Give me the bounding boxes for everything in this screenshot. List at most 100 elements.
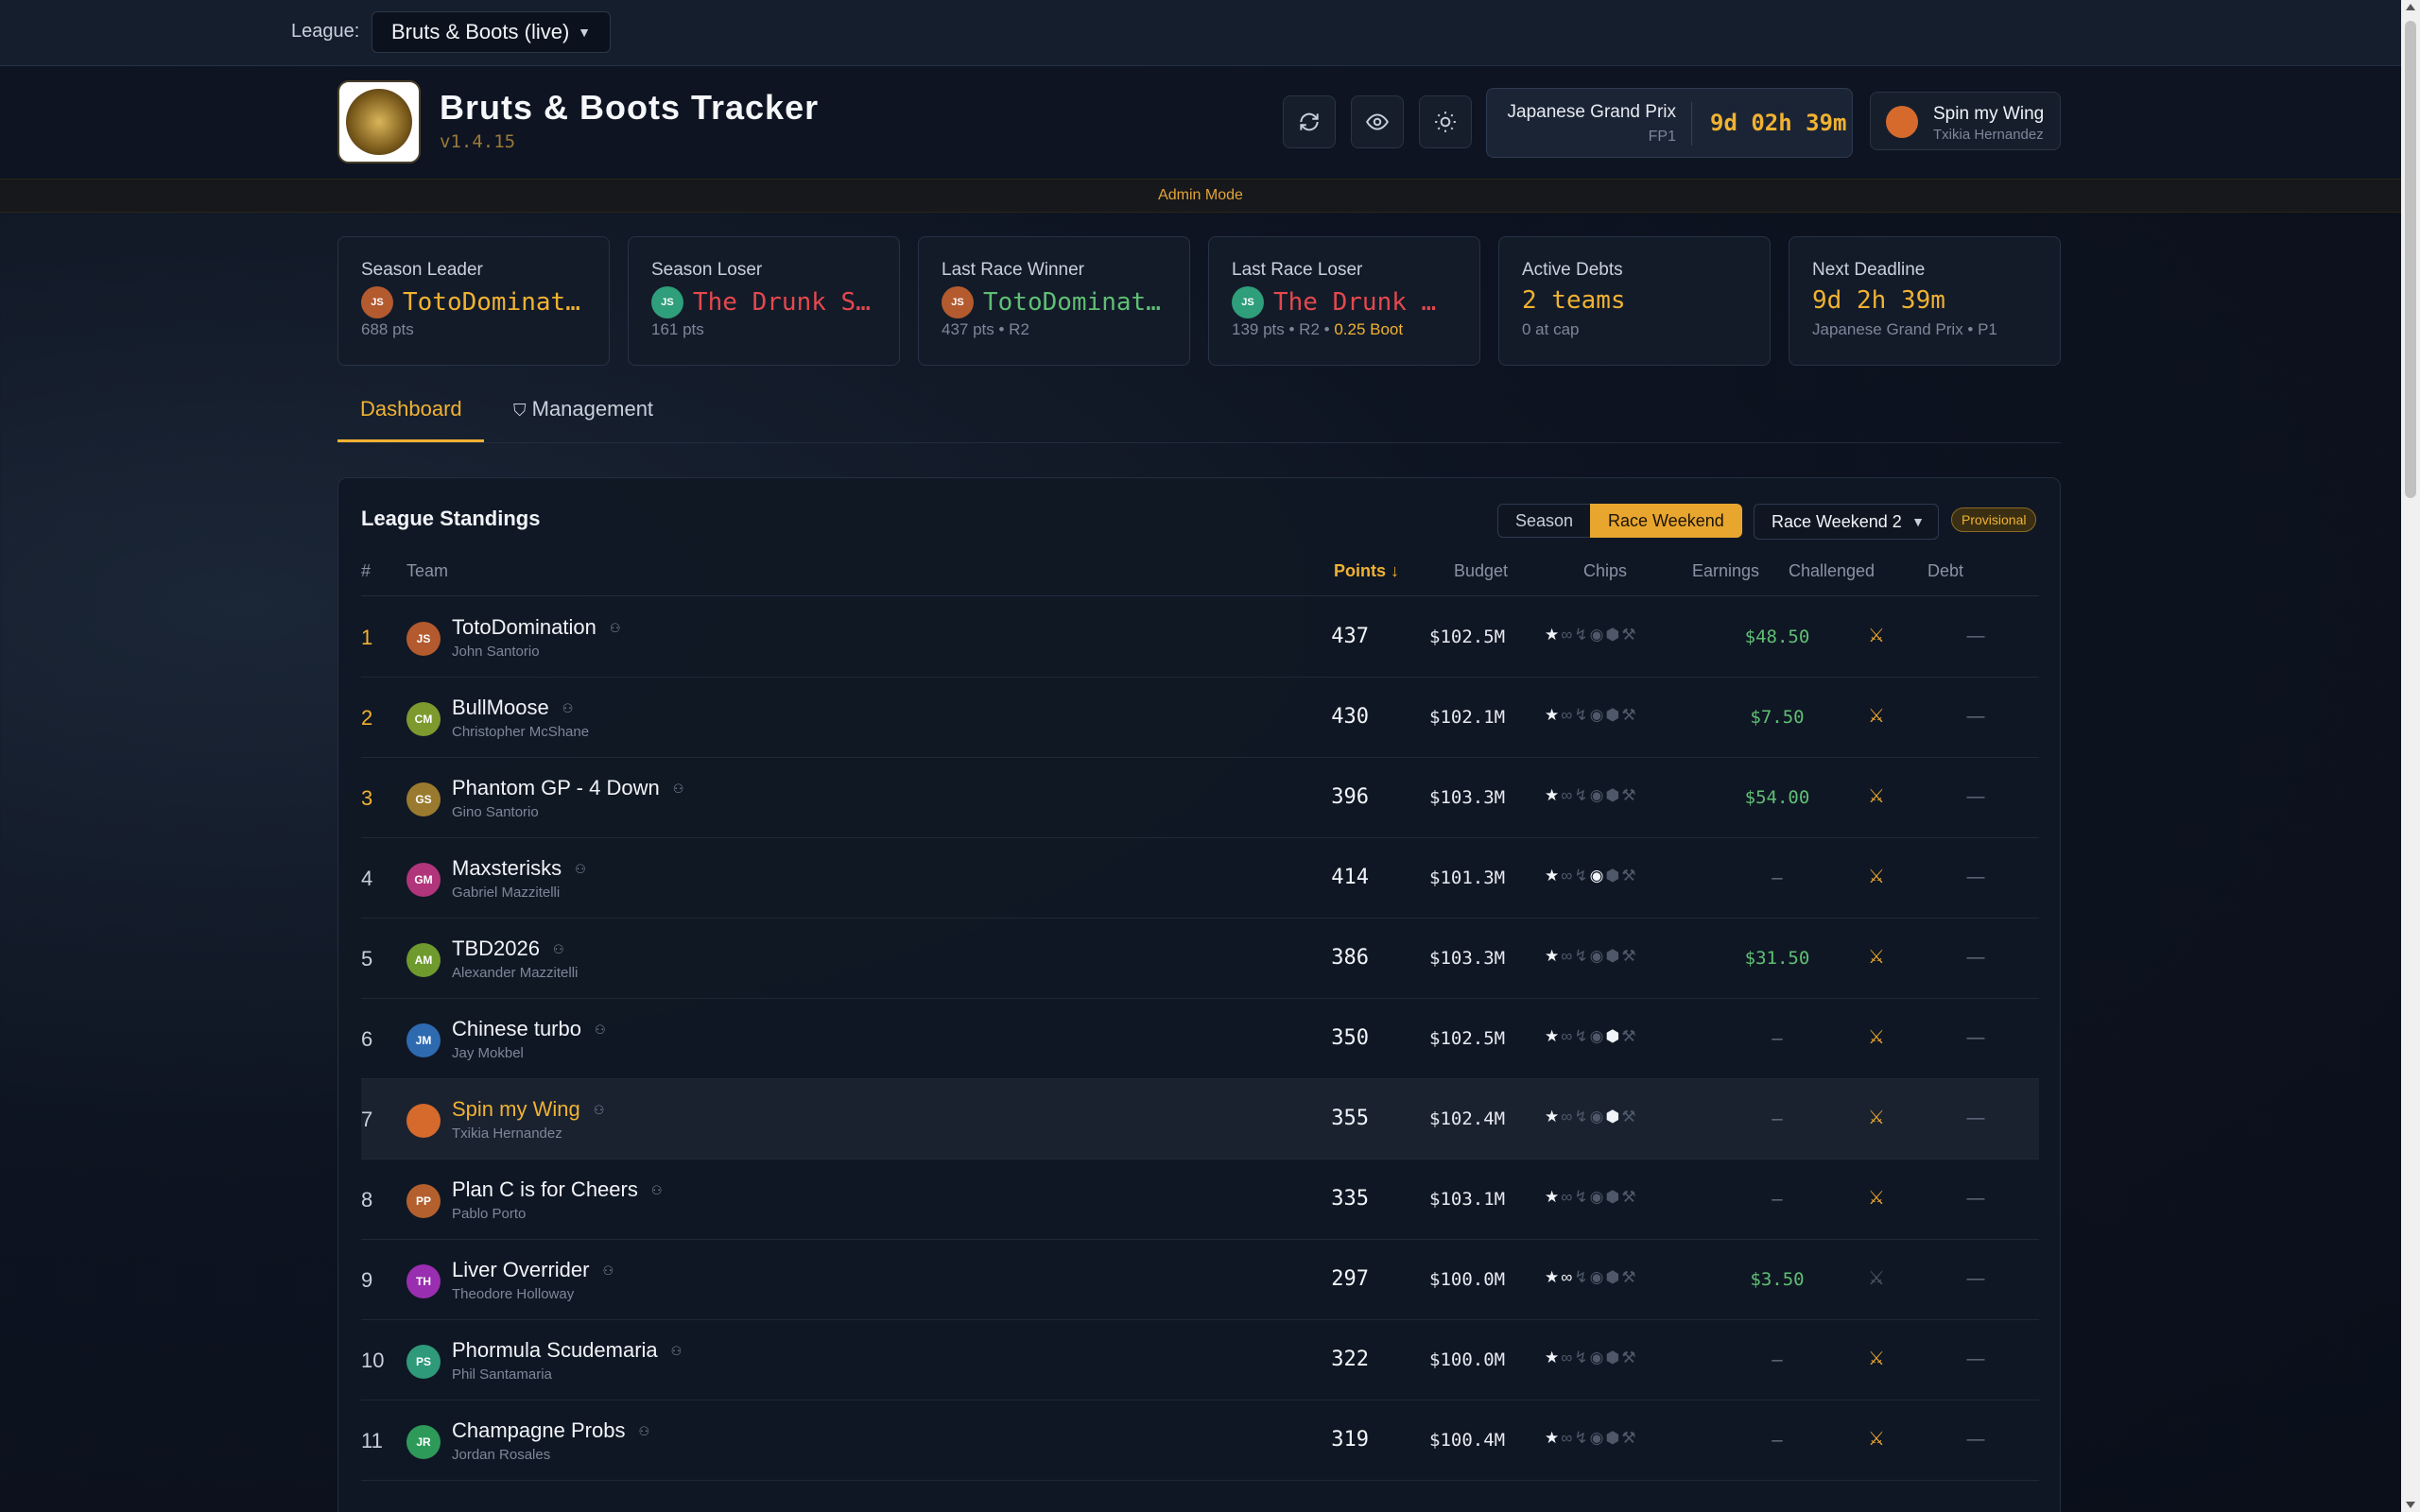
table-row[interactable]: 11 JR Champagne Probs ⚇ Jordan Rosales 319 $10…	[361, 1400, 2039, 1481]
rank: 5	[361, 947, 373, 971]
team-name[interactable]: Phantom GP - 4 Down ⚇	[452, 776, 683, 800]
table-row[interactable]: 9 TH Liver Overrider ⚇ Theodore Holloway 297 $…	[361, 1240, 2039, 1320]
budget: $103.1M	[1429, 1189, 1506, 1210]
challenge-swords-icon[interactable]: ⚔	[1824, 624, 1928, 647]
user-profile-button[interactable]: Spin my Wing Txikia Hernandez	[1870, 92, 2061, 150]
avatar: CM	[406, 702, 441, 736]
league-logo[interactable]	[337, 80, 421, 163]
col-points-sort[interactable]: Points ↓	[1334, 561, 1399, 581]
budget: $102.4M	[1429, 1108, 1506, 1129]
stat-value-text: The Drunk Sa…	[693, 288, 882, 317]
wrench-chip-icon: ⚒	[1621, 1188, 1638, 1206]
users-icon[interactable]: ⚇	[673, 782, 684, 796]
wrench-chip-icon: ⚒	[1621, 706, 1638, 724]
users-icon[interactable]: ⚇	[595, 1022, 606, 1037]
table-row[interactable]: 10 PS Phormula Scudemaria ⚇ Phil Santamaria 3…	[361, 1320, 2039, 1400]
col-earnings[interactable]: Earnings	[1692, 561, 1759, 581]
challenge-swords-icon[interactable]: ⚔	[1824, 1266, 1928, 1290]
tab-management[interactable]: ⛉ Management	[513, 397, 653, 421]
points: 414	[1331, 866, 1369, 889]
challenge-swords-icon[interactable]: ⚔	[1824, 865, 1928, 888]
rank: 10	[361, 1349, 385, 1372]
bolt-chip-icon: ↯	[1574, 1188, 1590, 1206]
scroll-thumb[interactable]	[2405, 21, 2416, 498]
page-scrollbar[interactable]	[2401, 0, 2420, 1512]
users-icon[interactable]: ⚇	[610, 621, 621, 635]
col-budget[interactable]: Budget	[1454, 561, 1508, 581]
team-name[interactable]: Liver Overrider ⚇	[452, 1258, 614, 1282]
team-name[interactable]: Spin my Wing ⚇	[452, 1097, 604, 1122]
debt: —	[1966, 787, 1985, 807]
target-chip-icon: ◉	[1589, 1027, 1606, 1045]
debt: —	[1966, 1269, 1985, 1289]
avatar: JS	[406, 622, 441, 656]
debt: —	[1966, 868, 1985, 887]
race-weekend-select[interactable]: Race Weekend 2 ▼	[1754, 504, 1939, 540]
table-row[interactable]: 1 JS TotoDomination ⚇ John Santorio 437 $102.5…	[361, 597, 2039, 678]
refresh-button[interactable]	[1283, 95, 1336, 148]
challenge-swords-icon[interactable]: ⚔	[1824, 1427, 1928, 1451]
scroll-up-arrow-icon[interactable]	[2406, 4, 2415, 10]
users-icon[interactable]: ⚇	[602, 1263, 614, 1278]
race-weekend-select-value: Race Weekend 2	[1772, 512, 1902, 531]
earnings: $54.00	[1744, 787, 1810, 808]
table-row[interactable]: 4 GM Maxsterisks ⚇ Gabriel Mazzitelli 414 $101…	[361, 838, 2039, 919]
table-row[interactable]: 7 Spin my Wing ⚇ Txikia Hernandez 355 $102.4M…	[361, 1079, 2039, 1160]
team-name[interactable]: BullMoose ⚇	[452, 696, 573, 720]
wrench-chip-icon: ⚒	[1621, 1429, 1638, 1447]
challenge-swords-icon[interactable]: ⚔	[1824, 784, 1928, 808]
view-toggle-button[interactable]	[1351, 95, 1404, 148]
toggle-season[interactable]: Season	[1497, 504, 1592, 538]
table-row[interactable]: 2 CM BullMoose ⚇ Christopher McShane 430 $102.…	[361, 678, 2039, 758]
owner-name: Pablo Porto	[452, 1206, 527, 1222]
avatar: PP	[406, 1184, 441, 1218]
table-row[interactable]: 8 PP Plan C is for Cheers ⚇ Pablo Porto 335 $1…	[361, 1160, 2039, 1240]
stat-value-text: TotoDominati…	[403, 288, 592, 317]
team-name-text: TotoDomination	[452, 615, 596, 639]
team-name[interactable]: Champagne Probs ⚇	[452, 1418, 649, 1443]
stat-sub: 0 at cap	[1522, 320, 1580, 338]
target-chip-icon: ◉	[1589, 1268, 1606, 1286]
challenge-swords-icon[interactable]: ⚔	[1824, 1347, 1928, 1370]
team-name[interactable]: TotoDomination ⚇	[452, 615, 621, 640]
table-row[interactable]: 6 JM Chinese turbo ⚇ Jay Mokbel 350 $102.5M ★∞↯…	[361, 999, 2039, 1079]
avatar: GM	[406, 863, 441, 897]
bolt-chip-icon: ↯	[1574, 786, 1590, 804]
users-icon[interactable]: ⚇	[638, 1424, 649, 1438]
bolt-chip-icon: ↯	[1574, 867, 1590, 885]
theme-toggle-button[interactable]	[1419, 95, 1472, 148]
next-race-card[interactable]: Japanese Grand Prix FP1 9d 02h 39m	[1486, 88, 1853, 158]
team-name[interactable]: Chinese turbo ⚇	[452, 1017, 606, 1041]
users-icon[interactable]: ⚇	[651, 1183, 663, 1197]
toggle-race-weekend[interactable]: Race Weekend	[1590, 504, 1742, 538]
team-name[interactable]: Phormula Scudemaria ⚇	[452, 1338, 682, 1363]
team-name[interactable]: TBD2026 ⚇	[452, 936, 564, 961]
table-row[interactable]: 5 AM TBD2026 ⚇ Alexander Mazzitelli 386 $103.3…	[361, 919, 2039, 999]
users-icon[interactable]: ⚇	[553, 942, 564, 956]
team-name[interactable]: Plan C is for Cheers ⚇	[452, 1177, 663, 1202]
users-icon[interactable]: ⚇	[562, 701, 574, 715]
boot-amount: 0.25 Boot	[1334, 320, 1404, 338]
table-row[interactable]: 3 GS Phantom GP - 4 Down ⚇ Gino Santorio 396 $…	[361, 758, 2039, 838]
avatar: TH	[406, 1264, 441, 1298]
col-debt[interactable]: Debt	[1927, 561, 1963, 581]
scroll-down-arrow-icon[interactable]	[2406, 1502, 2415, 1508]
owner-name: Jordan Rosales	[452, 1447, 551, 1463]
budget: $101.3M	[1429, 868, 1506, 888]
challenge-swords-icon[interactable]: ⚔	[1824, 1106, 1928, 1129]
app-header: Bruts & Boots Tracker v1.4.15 Japanese G…	[0, 67, 2401, 179]
challenge-swords-icon[interactable]: ⚔	[1824, 1025, 1928, 1049]
team-name[interactable]: Maxsterisks ⚇	[452, 856, 586, 881]
debt: —	[1966, 1189, 1985, 1209]
tab-dashboard[interactable]: Dashboard	[360, 397, 462, 421]
challenge-swords-icon[interactable]: ⚔	[1824, 1186, 1928, 1210]
challenge-swords-icon[interactable]: ⚔	[1824, 704, 1928, 728]
challenge-swords-icon[interactable]: ⚔	[1824, 945, 1928, 969]
users-icon[interactable]: ⚇	[594, 1103, 605, 1117]
avatar: JR	[406, 1425, 441, 1459]
owner-name: Phil Santamaria	[452, 1366, 552, 1383]
users-icon[interactable]: ⚇	[671, 1344, 683, 1358]
users-icon[interactable]: ⚇	[575, 862, 586, 876]
league-select[interactable]: Bruts & Boots (live) ▼	[372, 11, 611, 53]
wrench-chip-icon: ⚒	[1621, 1268, 1638, 1286]
